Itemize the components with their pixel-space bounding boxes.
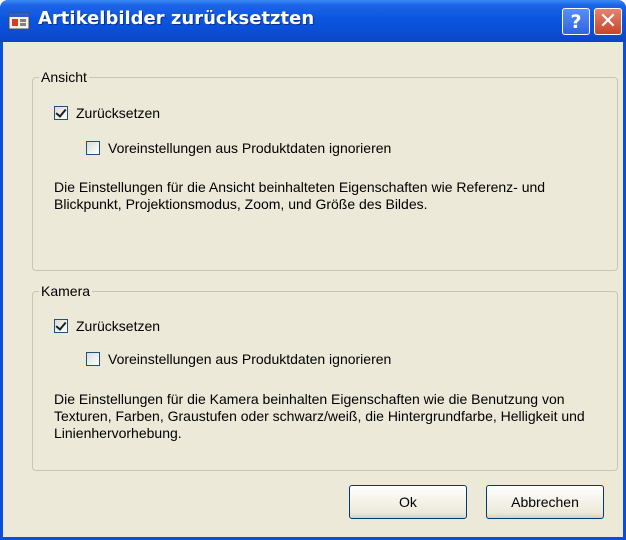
kamera-reset-checkbox[interactable]: Zurücksetzen [54,318,160,334]
checkbox-checked-icon [54,319,68,333]
help-icon: ? [570,10,582,33]
ansicht-reset-label: Zurücksetzen [76,105,161,121]
kamera-reset-label: Zurücksetzen [76,318,161,334]
checkbox-checked-icon [54,106,68,120]
kamera-ignore-checkbox[interactable]: Voreinstellungen aus Produktdaten ignori… [86,351,391,367]
app-window-icon [8,12,30,30]
group-kamera: Kamera Zurücksetzen Voreinstellungen aus… [32,283,618,471]
ok-button[interactable]: Ok [349,485,467,519]
kamera-description: Die Einstellungen für die Kamera beinhal… [54,391,585,441]
dialog-content: Ansicht Zurücksetzen Voreinstellungen au… [3,42,623,537]
group-ansicht-legend: Ansicht [41,69,87,85]
group-ansicht: Ansicht Zurücksetzen Voreinstellungen au… [32,69,618,271]
window-title: Artikelbilder zurücksetzten [38,8,315,29]
title-bar[interactable]: Artikelbilder zurücksetzten ? ✕ [0,0,626,42]
help-button[interactable]: ? [562,8,590,35]
group-kamera-legend: Kamera [41,283,91,299]
cancel-button[interactable]: Abbrechen [486,485,604,519]
close-icon: ✕ [598,9,618,34]
checkbox-unchecked-icon [86,141,100,155]
kamera-ignore-label: Voreinstellungen aus Produktdaten ignori… [108,351,392,367]
ansicht-reset-checkbox[interactable]: Zurücksetzen [54,105,160,121]
dialog-window: Artikelbilder zurücksetzten ? ✕ Ansicht … [0,0,626,540]
ansicht-description: Die Einstellungen für die Ansicht beinha… [54,179,546,212]
checkbox-unchecked-icon [86,352,100,366]
ansicht-ignore-checkbox[interactable]: Voreinstellungen aus Produktdaten ignori… [86,140,391,156]
close-button[interactable]: ✕ [594,8,622,35]
ansicht-ignore-label: Voreinstellungen aus Produktdaten ignori… [108,140,392,156]
